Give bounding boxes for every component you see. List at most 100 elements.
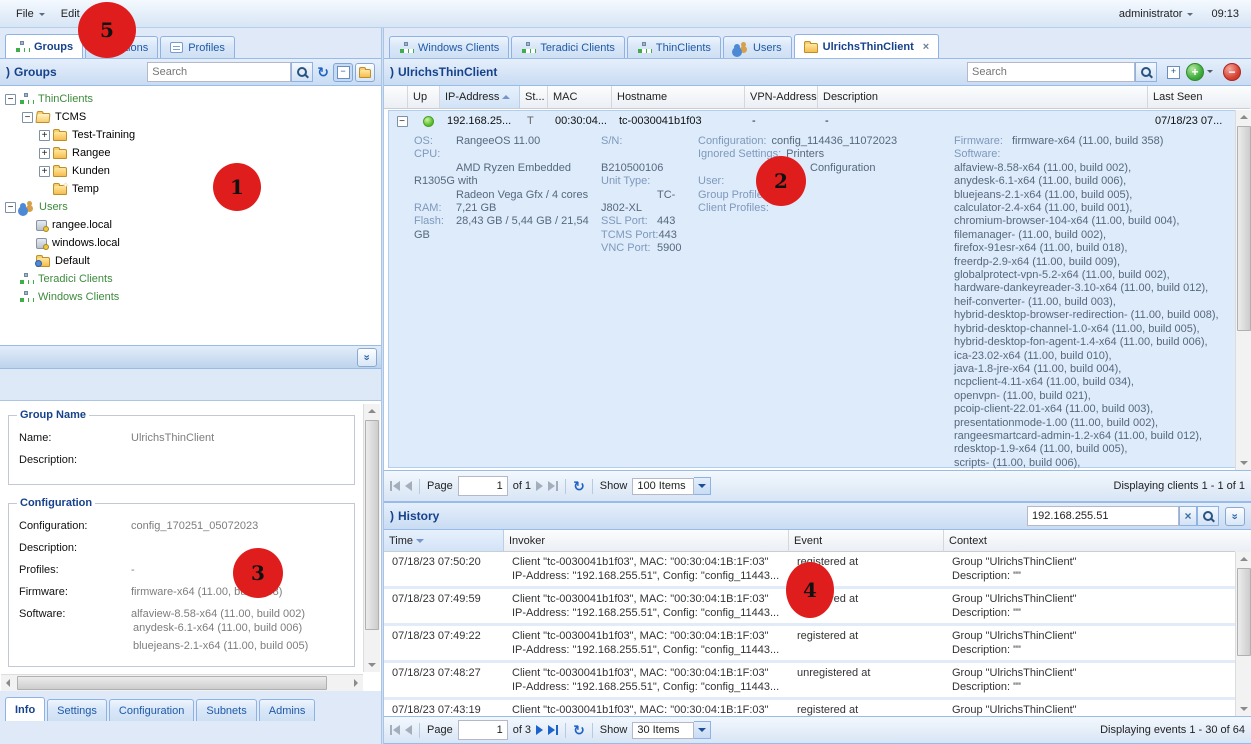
tab-profiles[interactable]: Profiles: [160, 36, 235, 58]
groups-search-input[interactable]: [147, 62, 291, 82]
menu-file[interactable]: File: [8, 5, 53, 23]
client-search-button[interactable]: [1135, 62, 1157, 82]
tree-node[interactable]: + Rangee: [0, 144, 381, 162]
column-time[interactable]: Time: [384, 530, 504, 552]
tree-node-icon: [19, 291, 33, 303]
column-status[interactable]: St...: [520, 86, 548, 109]
column-context[interactable]: Context: [944, 530, 1235, 552]
groups-search-button[interactable]: [291, 62, 313, 82]
tab-settings[interactable]: Settings: [47, 699, 107, 721]
page-number-input[interactable]: [458, 476, 508, 496]
tree-node[interactable]: Windows Clients: [0, 288, 381, 306]
column-mac[interactable]: MAC: [548, 86, 612, 109]
user-menu[interactable]: administrator: [1119, 8, 1194, 20]
page-of-label: of 1: [513, 480, 531, 492]
tree-node[interactable]: + Test-Training: [0, 126, 381, 144]
tree-node[interactable]: − Users: [0, 198, 381, 216]
tree-node-icon: [53, 167, 67, 177]
tab-configuration[interactable]: Configuration: [109, 699, 194, 721]
page-size-combo[interactable]: 100 Items: [632, 477, 711, 495]
remove-client-button[interactable]: −: [1223, 63, 1241, 81]
column-last-seen[interactable]: Last Seen: [1148, 86, 1234, 109]
history-clear-search-button[interactable]: [1179, 506, 1197, 526]
tree-node[interactable]: Temp: [0, 180, 381, 198]
expand-panel-button[interactable]: [357, 348, 377, 367]
refresh-icon[interactable]: [573, 723, 585, 737]
history-row[interactable]: 07/18/23 07:48:27 Client "tc-0030041b1f0…: [384, 663, 1251, 700]
refresh-icon[interactable]: [317, 65, 329, 79]
tree-node[interactable]: rangee.local: [0, 216, 381, 234]
clear-icon: [1184, 509, 1191, 523]
prev-page-button[interactable]: [405, 725, 412, 735]
tree-expander-icon[interactable]: +: [39, 148, 50, 159]
column-ip-address[interactable]: IP-Address: [440, 86, 520, 109]
collapse-all-button[interactable]: −: [333, 63, 353, 82]
history-vertical-scrollbar[interactable]: [1235, 552, 1251, 716]
page-size-value: 100 Items: [632, 478, 694, 495]
tree-expander-icon[interactable]: +: [39, 130, 50, 141]
column-vpn-address[interactable]: VPN-Address: [745, 86, 818, 109]
tree-node-label: Windows Clients: [36, 291, 119, 303]
page-number-input[interactable]: [458, 720, 508, 740]
column-up[interactable]: Up: [408, 86, 440, 109]
column-description[interactable]: Description: [818, 86, 1148, 109]
add-dropdown-caret-icon[interactable]: [1207, 70, 1213, 76]
detail-col-config: Configuration:config_114436_11072023Igno…: [698, 135, 948, 215]
first-page-button[interactable]: [390, 481, 400, 491]
tree-node[interactable]: Default: [0, 252, 381, 270]
tree-node[interactable]: − TCMS: [0, 108, 381, 126]
info-row: Profiles: -: [19, 564, 346, 576]
column-hostname[interactable]: Hostname: [612, 86, 745, 109]
tab-info[interactable]: Info: [5, 697, 45, 721]
history-row[interactable]: 07/18/23 07:49:22 Client "tc-0030041b1f0…: [384, 626, 1251, 663]
tab-groups[interactable]: Groups: [5, 34, 83, 58]
tab-admins[interactable]: Admins: [259, 699, 316, 721]
last-page-button[interactable]: [548, 481, 558, 491]
client-row[interactable]: − 192.168.25... T 00:30:04... tc-0030041…: [389, 111, 1235, 131]
tree-node[interactable]: Teradici Clients: [0, 270, 381, 288]
row-collapse-icon[interactable]: −: [397, 116, 408, 127]
history-row[interactable]: 07/18/23 07:43:19 Client "tc-0030041b1f0…: [384, 700, 1251, 716]
add-client-button[interactable]: +: [1186, 63, 1204, 81]
history-search-input[interactable]: [1027, 506, 1179, 526]
move-to-group-button[interactable]: [355, 63, 375, 82]
expand-all-icon[interactable]: +: [1167, 66, 1180, 79]
column-event[interactable]: Event: [789, 530, 944, 552]
tab-teradici-clients[interactable]: Teradici Clients: [511, 36, 625, 58]
tree-node[interactable]: − ThinClients: [0, 90, 381, 108]
next-page-button[interactable]: [536, 481, 543, 491]
software-item: ica-23.02-x64 (11.00, build 010),: [954, 350, 1232, 363]
info-horizontal-scrollbar[interactable]: [1, 674, 363, 691]
tree-expander-icon[interactable]: −: [22, 112, 33, 123]
prev-page-button[interactable]: [405, 481, 412, 491]
tab-users[interactable]: Users: [723, 36, 792, 58]
grid-vertical-scrollbar[interactable]: [1235, 110, 1251, 470]
detail-line: Configuration:config_114436_11072023: [698, 135, 948, 148]
refresh-icon[interactable]: [573, 479, 585, 493]
tab-thinclients[interactable]: ThinClients: [627, 36, 721, 58]
tab-ulrichsthinclient[interactable]: UlrichsThinClient: [794, 34, 940, 58]
info-vertical-scrollbar[interactable]: [363, 404, 380, 672]
detail-line: VNC Port:5900: [601, 242, 696, 255]
first-page-button[interactable]: [390, 725, 400, 735]
history-search-button[interactable]: [1197, 506, 1219, 526]
client-search-input[interactable]: [967, 62, 1135, 82]
column-invoker[interactable]: Invoker: [504, 530, 789, 552]
combo-trigger-icon[interactable]: [694, 721, 711, 739]
tab-subnets[interactable]: Subnets: [196, 699, 256, 721]
collapse-history-button[interactable]: [1225, 507, 1245, 526]
tree-expander-icon[interactable]: −: [5, 94, 16, 105]
page-size-combo[interactable]: 30 Items: [632, 721, 711, 739]
history-display-status: Displaying events 1 - 30 of 64: [1100, 724, 1245, 736]
tree-expander-icon[interactable]: −: [5, 202, 16, 213]
last-page-button[interactable]: [548, 725, 558, 735]
tree-node[interactable]: + Kunden: [0, 162, 381, 180]
tree-expander-icon[interactable]: +: [39, 166, 50, 177]
next-page-button[interactable]: [536, 725, 543, 735]
client-row-expanded: − 192.168.25... T 00:30:04... tc-0030041…: [388, 110, 1236, 468]
tree-node[interactable]: windows.local: [0, 234, 381, 252]
tree-node-label: Default: [53, 255, 90, 267]
tab-windows-clients[interactable]: Windows Clients: [389, 36, 509, 58]
combo-trigger-icon[interactable]: [694, 477, 711, 495]
close-tab-icon[interactable]: [923, 42, 929, 52]
